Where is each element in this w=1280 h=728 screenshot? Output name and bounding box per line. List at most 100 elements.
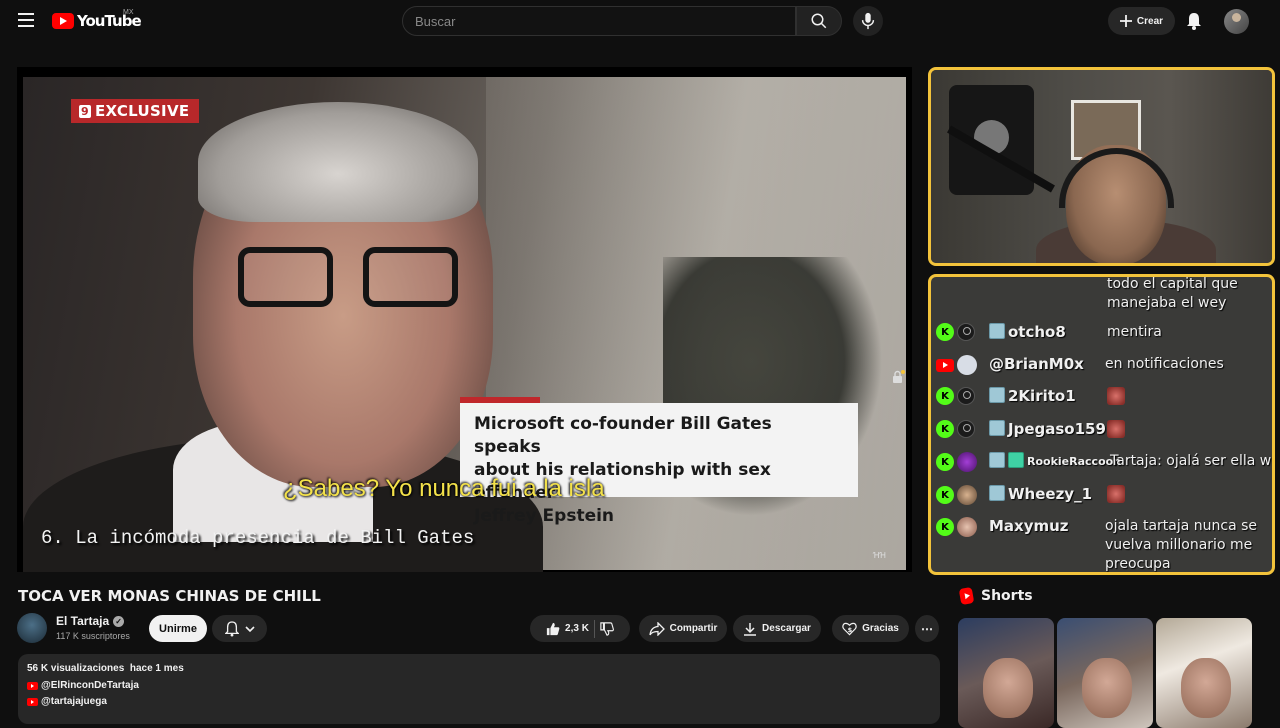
exclusive-label: EXCLUSIVE [94,102,190,120]
description-meta: 56 K visualizaciones hace 1 mes [27,663,931,674]
download-button[interactable]: Descargar [733,615,821,642]
chat-line: manejaba el wey [1107,295,1227,311]
kick-icon: K [936,323,954,341]
kick-icon: K [936,420,954,438]
chat-message: K 2Kirito1 [931,387,1272,405]
create-label: Crear [1136,15,1164,27]
chat-message: K otcho8 mentira [931,323,1272,342]
channel-name[interactable]: El Tartaja [56,614,109,628]
subscriber-badge-icon [989,323,1005,339]
chat-username: Wheezy_1 [1008,485,1093,503]
chat-text: en notificaciones [1105,356,1224,372]
chat-message: K Wheezy_1 [931,485,1272,505]
shorts-icon [958,586,975,606]
subtitle-text: ¿Sabes? Yo nunca fui a la isla [283,475,605,502]
chat-username: 2Kirito1 [1008,387,1076,405]
divider [593,619,595,638]
bell-icon [224,620,239,637]
thanks-button[interactable]: $ Gracias [832,615,909,642]
channel-link[interactable]: @ElRinconDeTartaja [41,680,139,691]
voice-search-button[interactable] [853,6,883,36]
thumbs-down-icon [600,621,614,636]
caption-line: Microsoft co-founder Bill Gates speaks [474,414,772,457]
channel-link[interactable]: @tartajajuega [41,696,107,707]
shorts-header: Shorts [958,586,1033,606]
download-icon [744,622,757,636]
channel-avatar[interactable] [17,613,47,643]
kick-icon: K [936,518,954,536]
video-player[interactable]: 9 EXCLUSIVE Microsoft co-founder Bill Ga… [17,67,912,572]
user-icon [957,387,975,405]
thumbnail-face [1181,658,1231,718]
person-glasses [238,247,488,317]
subscription-bell-button[interactable] [212,615,267,642]
webcam-overlay [928,67,1275,266]
chat-message: @BrianM0x en notificaciones [931,355,1272,375]
user-avatar [957,452,977,472]
like-count: 2,3 K [565,623,589,634]
kick-icon: K [936,453,954,471]
join-button[interactable]: Unirme [149,615,207,642]
dislike-button[interactable] [600,621,614,636]
chat-message-partial: todo el capital que manejaba el wey [931,276,1272,313]
chevron-down-icon [244,625,255,632]
chat-message: K Jpegaso159 [931,420,1272,438]
more-actions-button[interactable]: ⋯ [915,615,939,642]
person-hair [198,102,478,222]
more-icon: ⋯ [921,621,933,636]
chat-line: todo el capital que [1107,276,1238,292]
caption-line: Jeffrey Epstein [474,506,615,526]
subscriber-count: 117 K suscriptores [56,631,130,641]
youtube-play-icon [52,13,74,29]
shorts-label: Shorts [981,588,1033,604]
search-icon [811,13,827,29]
chat-text: Tartaja: ojalá ser ella we [1110,453,1275,469]
share-icon [648,621,665,636]
thanks-label: Gracias [862,623,899,634]
kick-icon: K [936,486,954,504]
share-label: Compartir [669,623,718,634]
like-button[interactable]: 2,3 K [546,622,589,636]
subscriber-badge-icon [989,420,1005,436]
microphone-icon [861,12,875,30]
channel-nine-logo: 9 [79,104,91,118]
video-frame: 9 EXCLUSIVE Microsoft co-founder Bill Ga… [23,77,906,572]
overlay-title: 6. La incómoda presencia de Bill Gates [41,527,475,549]
svg-text:$: $ [848,625,853,633]
chat-username: Jpegaso159 [1008,420,1106,438]
menu-icon[interactable] [18,13,34,27]
youtube-logo[interactable]: YouTube MX [52,9,142,30]
emote-icon [1107,485,1125,503]
user-avatar [957,485,977,505]
description-box[interactable]: 56 K visualizaciones hace 1 mes @ElRinco… [18,654,940,724]
chat-text: ojala tartaja nunca se vuelva millonario… [1105,518,1258,572]
short-thumbnail[interactable] [1156,618,1252,728]
gift-badge-icon [1008,452,1024,468]
subscriber-badge-icon [989,452,1005,468]
user-icon [957,420,975,438]
chat-overlay: todo el capital que manejaba el wey K ot… [928,274,1275,575]
video-title: TOCA VER MONAS CHINAS DE CHILL [18,587,321,605]
youtube-icon [936,358,954,372]
bell-icon [1187,13,1201,30]
description-link-row[interactable]: @ElRinconDeTartaja [27,680,931,691]
account-avatar[interactable] [1224,9,1249,34]
search-button[interactable] [796,6,842,36]
channel-name-row[interactable]: El Tartaja ✓ [56,614,125,628]
chat-username: otcho8 [1008,323,1066,341]
chat-message: K RookieRaccoon Tartaja: ojalá ser ella … [931,452,1275,472]
short-thumbnail[interactable] [958,618,1054,728]
thumbnail-face [1082,658,1132,718]
notifications-button[interactable] [1184,10,1204,32]
country-code: MX [123,9,134,16]
create-button[interactable]: Crear [1108,7,1175,35]
share-button[interactable]: Compartir [639,615,727,642]
description-link-row[interactable]: @tartajajuega [27,696,931,707]
search-box [402,6,796,36]
chat-username: RookieRaccoon [1027,455,1122,468]
search-input[interactable] [403,7,795,35]
user-avatar [957,355,977,375]
short-thumbnail[interactable] [1057,618,1153,728]
lock-icon [893,370,905,383]
chat-text: mentira [1107,324,1162,340]
